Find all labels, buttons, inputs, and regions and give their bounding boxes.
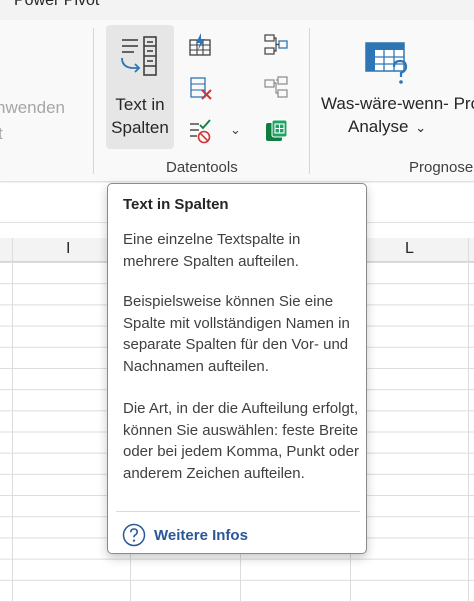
data-validation-icon[interactable]	[187, 118, 213, 144]
ribbon-data-tab: nwenden t Text in Spalten ⌄ Datentools W…	[0, 20, 474, 182]
previous-group-label-2: t	[0, 124, 3, 143]
flash-fill-icon[interactable]	[187, 32, 213, 58]
column-gridline	[468, 238, 469, 602]
tooltip-paragraph-1: Eine einzelne Textspalte in mehrere Spal…	[123, 231, 301, 270]
what-if-chevron-down-icon: ⌄	[415, 120, 427, 135]
tab-power-pivot[interactable]: Power Pivot	[14, 0, 99, 10]
group-separator	[309, 28, 310, 174]
text-in-columns-button[interactable]: Text in Spalten	[106, 25, 174, 149]
ribbon-tab-strip: Power Pivot	[0, 0, 474, 20]
text-in-columns-label-line1: Text in	[115, 95, 165, 114]
tooltip-divider	[116, 511, 360, 512]
datentools-group-label: Datentools	[166, 159, 238, 176]
what-if-analysis-icon	[365, 42, 408, 84]
data-validation-chevron-down-icon[interactable]: ⌄	[230, 122, 241, 138]
column-gridline	[12, 238, 13, 602]
consolidate-icon[interactable]	[263, 32, 289, 58]
previous-group-label: nwenden	[0, 98, 66, 117]
text-in-columns-label-line2: Spalten	[111, 118, 169, 137]
more-info-link[interactable]: Weitere Infos	[154, 527, 248, 544]
what-if-analysis-label-line2: Analyse	[348, 117, 409, 136]
tooltip-paragraph-2: Beispielsweise können Sie eine Spalte mi…	[123, 293, 350, 375]
help-icon[interactable]	[122, 523, 146, 547]
what-if-analysis-label-line1[interactable]: Was-wäre-wenn- Pro	[321, 92, 474, 115]
column-header-l[interactable]: L	[405, 240, 414, 258]
prognose-group-label: Prognose	[409, 159, 474, 176]
remove-duplicates-icon[interactable]	[187, 75, 213, 101]
column-header-i[interactable]: I	[66, 240, 70, 258]
relationships-icon[interactable]	[263, 75, 289, 101]
what-if-analysis-button[interactable]: Analyse ⌄	[348, 115, 426, 139]
group-separator	[93, 28, 94, 174]
tooltip-title: Text in Spalten	[123, 196, 229, 213]
text-in-columns-tooltip: Text in Spalten Eine einzelne Textspalte…	[107, 183, 367, 554]
data-model-icon[interactable]	[263, 118, 289, 144]
tooltip-paragraph-3: Die Art, in der die Aufteilung erfolgt, …	[123, 400, 359, 482]
text-to-columns-icon	[121, 36, 157, 76]
